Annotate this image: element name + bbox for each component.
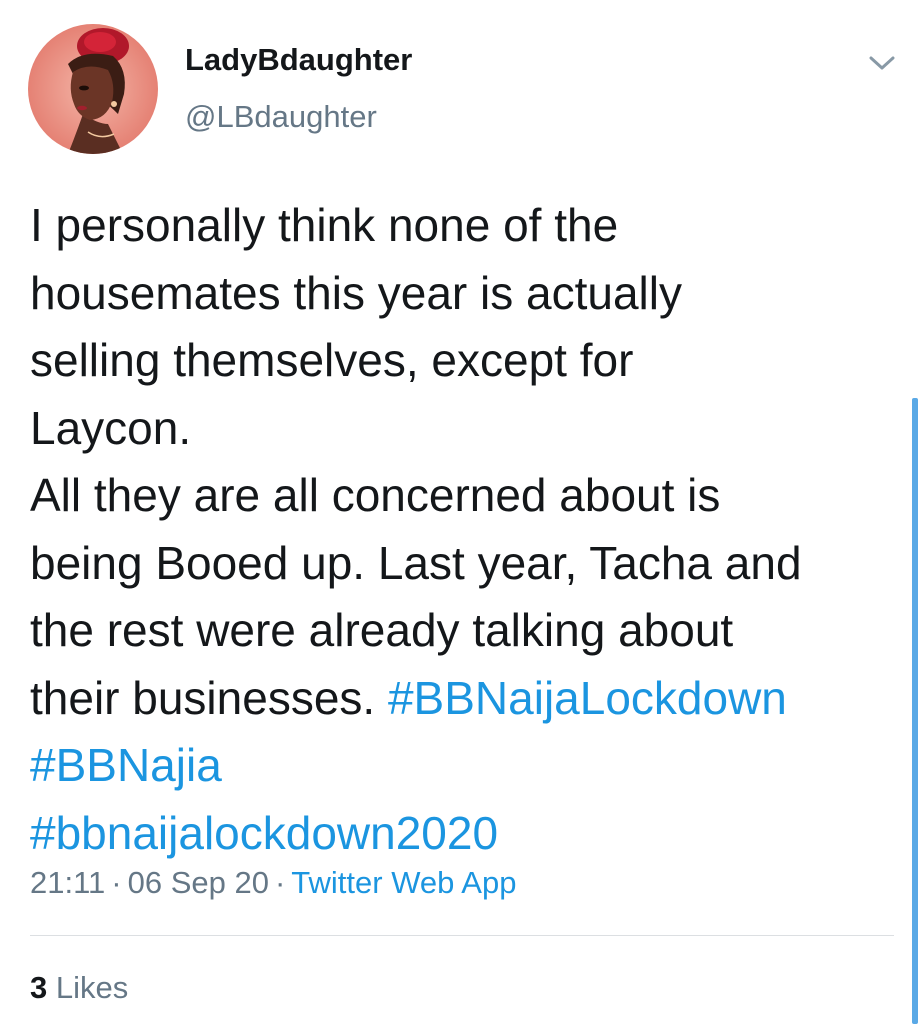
likes-label: Likes bbox=[55, 970, 129, 1005]
tweet-text-line-with-hashtag: their businesses. #BBNaijaLockdown bbox=[30, 665, 910, 733]
likes-stat[interactable]: 3 Likes bbox=[30, 970, 128, 1006]
divider bbox=[30, 935, 894, 936]
tweet-text-line: being Booed up. Last year, Tacha and bbox=[30, 536, 802, 589]
scrollbar[interactable] bbox=[912, 398, 918, 1024]
user-handle[interactable]: @LBdaughter bbox=[185, 99, 377, 135]
tweet-text-segment: their businesses. bbox=[30, 671, 388, 724]
hashtag-line: #BBNajia bbox=[30, 732, 910, 800]
hashtag-link[interactable]: #BBNajia bbox=[30, 739, 222, 791]
meta-separator: · bbox=[274, 865, 286, 900]
hashtag-link[interactable]: #bbnaijalockdown2020 bbox=[30, 807, 498, 859]
tweet-text-line: housemates this year is actually bbox=[30, 266, 682, 319]
tweet-text-line: Laycon. bbox=[30, 401, 192, 454]
tweet-source-link[interactable]: Twitter Web App bbox=[291, 865, 516, 900]
hashtag-line: #bbnaijalockdown2020 bbox=[30, 800, 910, 868]
tweet-text-line: I personally think none of the bbox=[30, 199, 619, 251]
tweet-date[interactable]: 06 Sep 20 bbox=[128, 865, 269, 900]
display-name[interactable]: LadyBdaughter bbox=[185, 42, 412, 78]
tweet-time[interactable]: 21:11 bbox=[30, 865, 105, 900]
avatar[interactable] bbox=[28, 24, 158, 154]
tweet-card: LadyBdaughter @LBdaughter I personally t… bbox=[0, 0, 924, 1024]
tweet-meta: 21:11 · 06 Sep 20 · Twitter Web App bbox=[30, 865, 516, 901]
tweet-text-line: selling themselves, except for bbox=[30, 334, 634, 386]
meta-separator: · bbox=[111, 865, 122, 900]
avatar-illustration-icon bbox=[28, 24, 158, 154]
hashtag-link[interactable]: #BBNaijaLockdown bbox=[388, 672, 787, 724]
likes-count: 3 bbox=[30, 970, 48, 1005]
chevron-down-icon bbox=[869, 56, 895, 70]
tweet-text-line: the rest were already talking about bbox=[30, 604, 734, 656]
tweet-text: I personally think none of the housemate… bbox=[30, 192, 910, 867]
tweet-menu-button[interactable] bbox=[864, 45, 900, 81]
tweet-text-line: All they are all concerned about is bbox=[30, 469, 721, 521]
